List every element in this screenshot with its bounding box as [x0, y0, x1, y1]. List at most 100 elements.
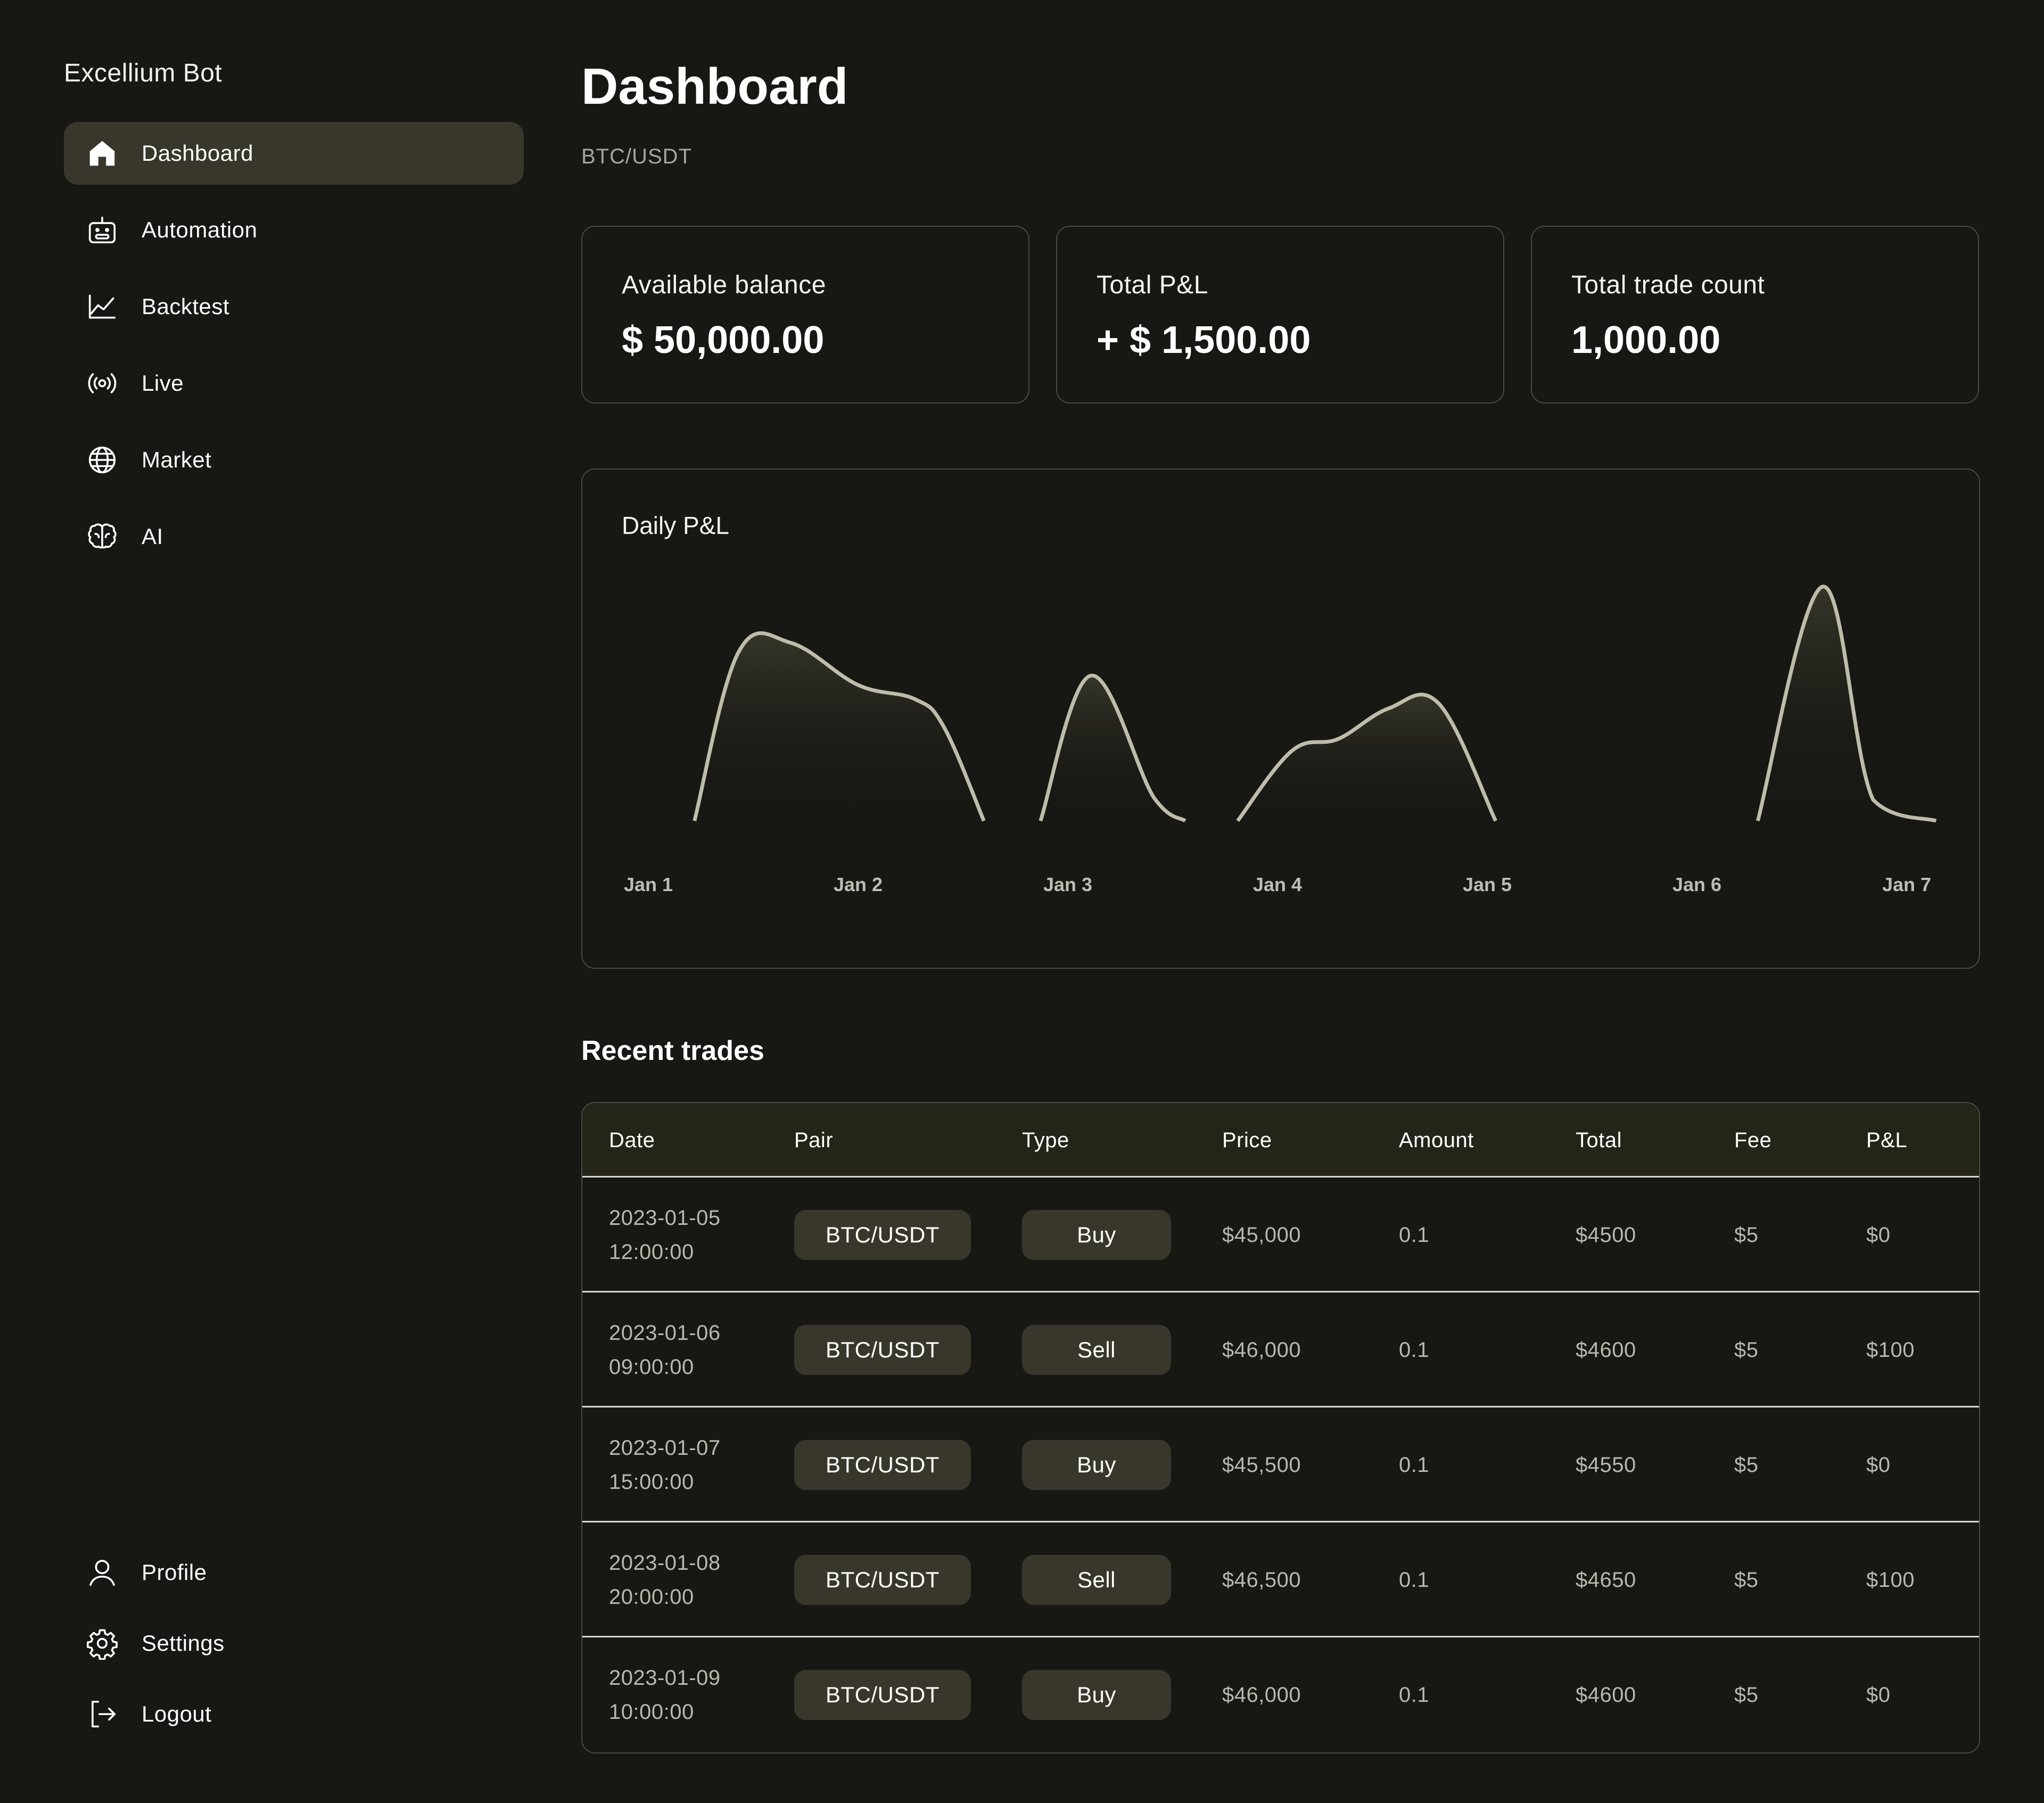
- sidebar-item-label: Profile: [142, 1560, 207, 1585]
- trade-pnl: $0: [1866, 1683, 1891, 1707]
- x-axis-tick-label: Jan 2: [834, 874, 883, 895]
- sidebar: Excellium Bot Dashboard Automation Backt…: [0, 0, 548, 1803]
- column-header-total[interactable]: Total: [1576, 1103, 1622, 1178]
- trade-total: $4550: [1576, 1453, 1636, 1477]
- trade-amount: 0.1: [1399, 1568, 1430, 1592]
- trade-date: 2023-01-07 15:00:00: [609, 1436, 721, 1494]
- stat-card-total-trade-count: Total trade count 1,000.00: [1531, 226, 1979, 404]
- sidebar-item-label: Logout: [142, 1701, 212, 1726]
- column-header-price[interactable]: Price: [1222, 1103, 1272, 1178]
- trade-price: $46,000: [1222, 1683, 1301, 1707]
- stat-label: Total trade count: [1571, 271, 1765, 299]
- sidebar-item-label: Settings: [142, 1631, 225, 1656]
- x-axis-tick-label: Jan 7: [1882, 874, 1931, 895]
- sidebar-item-label: Live: [142, 371, 184, 396]
- sidebar-item-automation[interactable]: Automation: [64, 199, 524, 261]
- trade-total: $4650: [1576, 1568, 1636, 1592]
- trade-total: $4600: [1576, 1338, 1636, 1362]
- column-header-pair[interactable]: Pair: [794, 1103, 833, 1178]
- x-axis-tick-label: Jan 5: [1463, 874, 1512, 895]
- column-header-fee[interactable]: Fee: [1734, 1103, 1771, 1178]
- trade-price: $46,500: [1222, 1568, 1301, 1592]
- globe-icon: [84, 442, 120, 478]
- trade-fee: $5: [1734, 1568, 1759, 1592]
- trade-price: $46,000: [1222, 1338, 1301, 1362]
- type-badge: Sell: [1022, 1555, 1171, 1605]
- pair-badge: BTC/USDT: [794, 1210, 971, 1260]
- column-header-pnl[interactable]: P&L: [1866, 1103, 1907, 1178]
- stat-label: Available balance: [622, 271, 826, 299]
- trade-fee: $5: [1734, 1453, 1759, 1477]
- column-header-amount[interactable]: Amount: [1399, 1103, 1474, 1178]
- pnl-area-fill: [694, 633, 984, 821]
- pnl-area-fill: [1238, 694, 1496, 821]
- trade-total: $4600: [1576, 1683, 1636, 1707]
- trading-pair-subtitle: BTC/USDT: [581, 145, 692, 168]
- trade-total: $4500: [1576, 1223, 1636, 1247]
- trade-date: 2023-01-08 20:00:00: [609, 1551, 721, 1609]
- logout-icon: [84, 1696, 120, 1732]
- type-badge: Sell: [1022, 1325, 1171, 1375]
- trade-date: 2023-01-05 12:00:00: [609, 1206, 721, 1264]
- app-title: Excellium Bot: [64, 59, 222, 87]
- sidebar-item-backtest[interactable]: Backtest: [64, 275, 524, 338]
- type-badge: Buy: [1022, 1440, 1171, 1490]
- gear-icon: [84, 1625, 120, 1661]
- table-header: Date Pair Type Price Amount Total Fee P&…: [582, 1103, 1979, 1178]
- stat-card-available-balance: Available balance $ 50,000.00: [581, 226, 1029, 404]
- trade-price: $45,000: [1222, 1223, 1301, 1247]
- sidebar-item-label: AI: [142, 524, 163, 549]
- x-axis-tick-label: Jan 4: [1253, 874, 1302, 895]
- sidebar-item-label: Backtest: [142, 294, 230, 319]
- trade-fee: $5: [1734, 1338, 1759, 1362]
- sidebar-item-label: Dashboard: [142, 141, 253, 166]
- daily-pnl-chart: Jan 1 Jan 2 Jan 3 Jan 4 Jan 5 Jan 6 Jan 7: [624, 584, 1937, 895]
- x-axis-tick-label: Jan 6: [1672, 874, 1721, 895]
- table-row[interactable]: 2023-01-07 15:00:00 BTC/USDT Buy $45,500…: [582, 1407, 1979, 1522]
- table-row[interactable]: 2023-01-05 12:00:00 BTC/USDT Buy $45,000…: [582, 1178, 1979, 1292]
- brain-icon: [84, 518, 120, 555]
- trade-amount: 0.1: [1399, 1683, 1430, 1707]
- table-row[interactable]: 2023-01-06 09:00:00 BTC/USDT Sell $46,00…: [582, 1292, 1979, 1407]
- sidebar-item-ai[interactable]: AI: [64, 505, 524, 568]
- stat-value: + $ 1,500.00: [1097, 319, 1311, 361]
- pair-badge: BTC/USDT: [794, 1670, 971, 1720]
- trade-date: 2023-01-09 10:00:00: [609, 1666, 721, 1724]
- trade-pnl: $100: [1866, 1338, 1915, 1362]
- trade-fee: $5: [1734, 1683, 1759, 1707]
- stat-card-total-pnl: Total P&L + $ 1,500.00: [1056, 226, 1504, 404]
- trade-amount: 0.1: [1399, 1338, 1430, 1362]
- column-header-date[interactable]: Date: [609, 1103, 655, 1178]
- stat-value: $ 50,000.00: [622, 319, 825, 361]
- sidebar-item-logout[interactable]: Logout: [64, 1683, 524, 1746]
- stat-label: Total P&L: [1097, 271, 1208, 299]
- trade-fee: $5: [1734, 1223, 1759, 1247]
- pair-badge: BTC/USDT: [794, 1555, 971, 1605]
- page-title: Dashboard: [581, 58, 848, 115]
- sidebar-item-settings[interactable]: Settings: [64, 1612, 524, 1675]
- home-icon: [84, 135, 120, 171]
- type-badge: Buy: [1022, 1210, 1171, 1260]
- robot-icon: [84, 212, 120, 248]
- daily-pnl-chart-card: Daily P&L Jan 1 Jan 2 Jan 3 Jan 4 Jan 5 Jan 6…: [581, 468, 1980, 969]
- sidebar-item-label: Automation: [142, 217, 258, 242]
- trade-pnl: $100: [1866, 1568, 1915, 1592]
- sidebar-item-live[interactable]: Live: [64, 352, 524, 415]
- column-header-type[interactable]: Type: [1022, 1103, 1069, 1178]
- trade-amount: 0.1: [1399, 1223, 1430, 1247]
- trade-price: $45,500: [1222, 1453, 1301, 1477]
- table-row[interactable]: 2023-01-08 20:00:00 BTC/USDT Sell $46,50…: [582, 1522, 1979, 1637]
- sidebar-item-dashboard[interactable]: Dashboard: [64, 122, 524, 185]
- sidebar-item-market[interactable]: Market: [64, 429, 524, 491]
- user-icon: [84, 1554, 120, 1591]
- line-chart-icon: [84, 289, 120, 325]
- sidebar-item-profile[interactable]: Profile: [64, 1541, 524, 1604]
- table-row[interactable]: 2023-01-09 10:00:00 BTC/USDT Buy $46,000…: [582, 1637, 1979, 1752]
- x-axis-tick-label: Jan 3: [1043, 874, 1092, 895]
- trade-date: 2023-01-06 09:00:00: [609, 1321, 721, 1379]
- trade-pnl: $0: [1866, 1453, 1891, 1477]
- trade-amount: 0.1: [1399, 1453, 1430, 1477]
- sidebar-item-label: Market: [142, 447, 212, 472]
- trade-pnl: $0: [1866, 1223, 1891, 1247]
- x-axis-tick-label: Jan 1: [624, 874, 673, 895]
